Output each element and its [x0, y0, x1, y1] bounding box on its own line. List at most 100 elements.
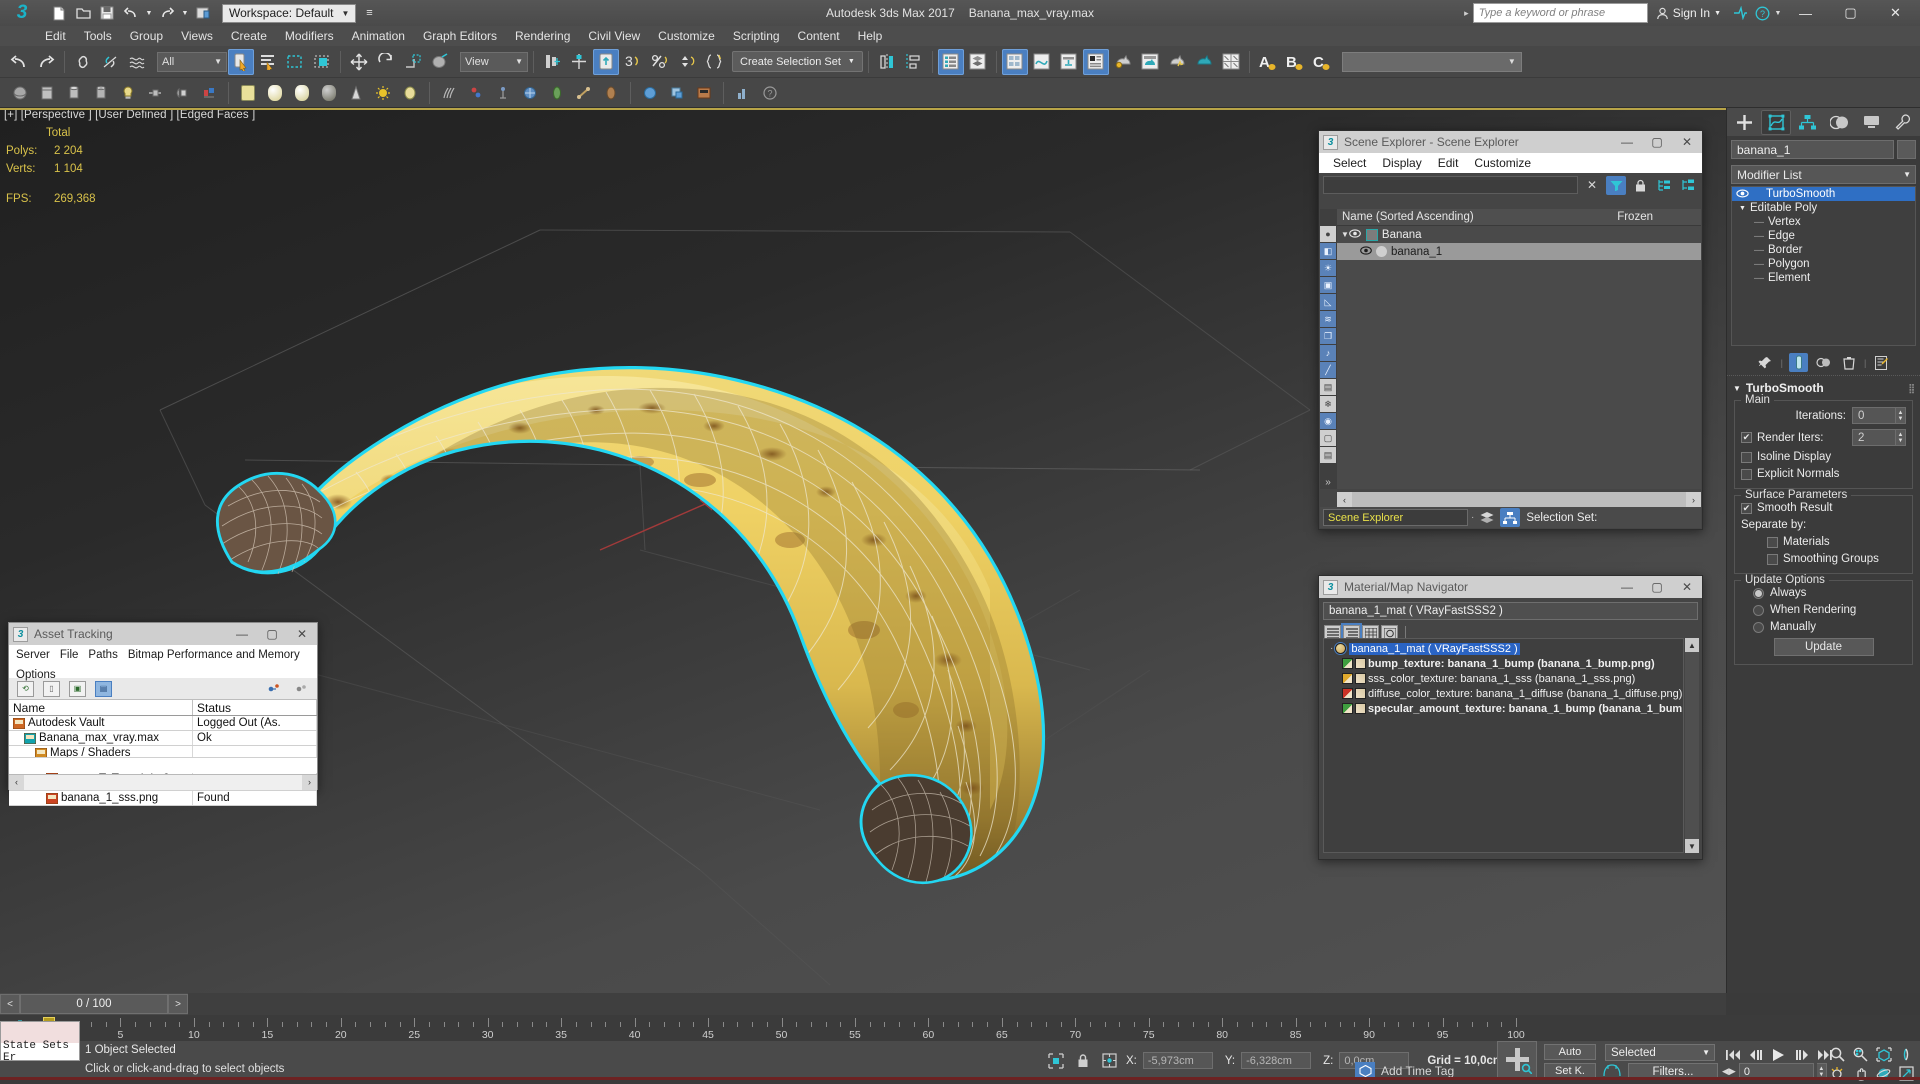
select-by-name-icon[interactable] — [255, 49, 281, 75]
schematic-view-icon[interactable] — [1056, 49, 1082, 75]
maximize-button[interactable]: ▢ — [1642, 131, 1672, 153]
chart-stats-icon[interactable] — [731, 81, 755, 105]
scene-explorer-titlebar[interactable]: 3 Scene Explorer - Scene Explorer — ▢ ✕ — [1319, 131, 1702, 153]
info-icon[interactable]: ? — [758, 81, 782, 105]
column-status-header[interactable]: Status — [193, 700, 317, 715]
smoothing-groups-checkbox[interactable] — [1767, 553, 1778, 565]
scroll-track[interactable] — [24, 774, 302, 790]
chevron-down-icon[interactable]: ▼ — [206, 57, 222, 66]
render-in-viewport-icon[interactable] — [1218, 49, 1244, 75]
asset-tracking-table[interactable]: Name Status Autodesk Vault Logged Out (As… — [9, 700, 317, 806]
explorer-name-field[interactable]: Scene Explorer — [1323, 509, 1468, 526]
omni-light-icon[interactable] — [116, 81, 140, 105]
redo-dropdown-icon[interactable]: ▼ — [180, 2, 190, 24]
modify-tab[interactable] — [1760, 109, 1792, 135]
menu-item-civil-view[interactable]: Civil View — [579, 26, 649, 46]
zoom-all-icon[interactable] — [1850, 1044, 1871, 1065]
scene-explorer-icon[interactable] — [965, 49, 991, 75]
cloth-icon[interactable] — [464, 81, 488, 105]
search-input[interactable]: Type a keyword or phrase — [1472, 3, 1648, 23]
se-menu-display[interactable]: Display — [1374, 153, 1429, 173]
collapse-all-icon[interactable] — [1678, 176, 1698, 195]
scene-explorer-tree[interactable]: ▼ Banana banana_1 — [1337, 226, 1701, 489]
frame-display[interactable]: 0 / 100 — [20, 994, 168, 1014]
undo-icon[interactable] — [120, 2, 142, 24]
cylinder-primitive-icon[interactable] — [62, 81, 86, 105]
next-frame-arrow[interactable]: > — [168, 994, 188, 1014]
render-activeshade-icon[interactable] — [1164, 49, 1190, 75]
menu-item-views[interactable]: Views — [172, 26, 222, 46]
modifier-list-combo[interactable]: Modifier List ▼ — [1731, 165, 1916, 184]
workspace-selector[interactable]: Workspace: Default ▼ — [222, 3, 357, 23]
isoline-display-row[interactable]: Isoline Display — [1741, 451, 1906, 463]
modifier-stack-row[interactable]: — Border — [1732, 243, 1915, 257]
align-icon[interactable] — [901, 49, 927, 75]
close-button[interactable]: ✕ — [287, 623, 317, 645]
sound-filter-icon[interactable]: ♪ — [1320, 345, 1336, 361]
vault-add-icon[interactable] — [265, 681, 282, 697]
create-selection-set-button[interactable]: Create Selection Set ▼ — [732, 51, 863, 72]
search-expand-icon[interactable]: ▸ — [1464, 8, 1473, 19]
smooth-result-row[interactable]: ✔ Smooth Result — [1741, 502, 1906, 514]
iterations-input[interactable]: 0 — [1852, 407, 1896, 424]
lock-icon[interactable] — [1630, 176, 1650, 195]
zoom-region-icon[interactable] — [1896, 1044, 1917, 1065]
hidden-filter-icon[interactable]: ◉ — [1320, 413, 1336, 429]
clear-filter-icon[interactable]: ✕ — [1582, 176, 1602, 195]
isoline-display-checkbox[interactable] — [1741, 451, 1752, 463]
play-icon[interactable] — [1768, 1044, 1789, 1065]
modifier-stack[interactable]: TurboSmooth ▼ Editable Poly — Vertex — Edge — Bo… — [1731, 186, 1916, 346]
vray-sphere-icon[interactable] — [638, 81, 662, 105]
named-selection-set-combo[interactable]: ▼ — [1341, 51, 1522, 72]
minimize-button[interactable]: — — [1612, 131, 1642, 153]
update-button[interactable]: Update — [1773, 638, 1874, 656]
material-map-navigator-window[interactable]: 3 Material/Map Navigator — ▢ ✕ banana_1_… — [1318, 575, 1703, 860]
smooth-result-checkbox[interactable]: ✔ — [1741, 502, 1752, 514]
material-tree-row[interactable]: bump_texture: banana_1_bump (banana_1_bu… — [1324, 656, 1683, 671]
redo-icon[interactable] — [33, 49, 59, 75]
modifier-stack-row[interactable]: — Vertex — [1732, 215, 1915, 229]
placement-tool-icon[interactable] — [427, 49, 453, 75]
percent-snap-toggle-icon[interactable] — [647, 49, 673, 75]
prev-frame-arrow[interactable]: < — [0, 994, 20, 1014]
scroll-right-arrow-icon[interactable]: › — [302, 774, 317, 790]
field-of-view-icon[interactable] — [1827, 1063, 1848, 1084]
geometry-filter-icon[interactable]: ◧ — [1320, 243, 1336, 259]
material-editor-icon[interactable] — [1001, 48, 1028, 75]
box-primitive-icon[interactable] — [35, 81, 59, 105]
se-menu-customize[interactable]: Customize — [1466, 153, 1539, 173]
make-unique-icon[interactable] — [1814, 353, 1833, 372]
menu-item-customize[interactable]: Customize — [649, 26, 724, 46]
materials-row[interactable]: Materials — [1741, 536, 1906, 548]
minimize-button[interactable]: — — [227, 623, 257, 645]
scroll-track[interactable] — [1685, 652, 1699, 839]
update-manually-radio[interactable] — [1753, 621, 1764, 633]
object-name-input[interactable]: banana_1 — [1731, 140, 1894, 159]
asset-tracking-hscrollbar[interactable]: ‹ › — [9, 774, 317, 790]
menu-item-animation[interactable]: Animation — [343, 26, 414, 46]
motion-tab[interactable] — [1824, 110, 1855, 135]
x-coordinate-input[interactable]: -5,973cm — [1142, 1052, 1213, 1069]
chevron-down-icon[interactable]: ▼ — [1714, 10, 1721, 17]
modifier-stack-row[interactable]: — Polygon — [1732, 257, 1915, 271]
vray-plane-icon[interactable] — [692, 81, 716, 105]
menu-item-tools[interactable]: Tools — [75, 26, 121, 46]
update-always-row[interactable]: Always — [1741, 587, 1906, 599]
qat-overflow-icon[interactable]: ≡ — [358, 2, 380, 24]
render-iters-checkbox[interactable]: ✔ — [1741, 432, 1752, 443]
free-camera-icon[interactable] — [170, 81, 194, 105]
menu-item-group[interactable]: Group — [121, 26, 172, 46]
exchange-app-store-icon[interactable] — [1729, 2, 1751, 24]
expand-all-icon[interactable] — [1654, 176, 1674, 195]
se-menu-edit[interactable]: Edit — [1430, 153, 1467, 173]
menu-item-help[interactable]: Help — [849, 26, 892, 46]
menu-item-modifiers[interactable]: Modifiers — [276, 26, 343, 46]
select-and-rotate-icon[interactable] — [373, 49, 399, 75]
render-frame-window-icon[interactable] — [1191, 49, 1217, 75]
scroll-thumb[interactable] — [1352, 492, 1686, 507]
spacewarp-filter-icon[interactable]: ≋ — [1320, 311, 1336, 327]
modifier-stack-row[interactable]: ▼ Editable Poly — [1732, 201, 1915, 215]
update-when-rendering-radio[interactable] — [1753, 604, 1764, 616]
tree-row-object[interactable]: banana_1 — [1337, 243, 1701, 260]
state-sets-panel[interactable]: State Sets Er — [0, 1021, 80, 1064]
